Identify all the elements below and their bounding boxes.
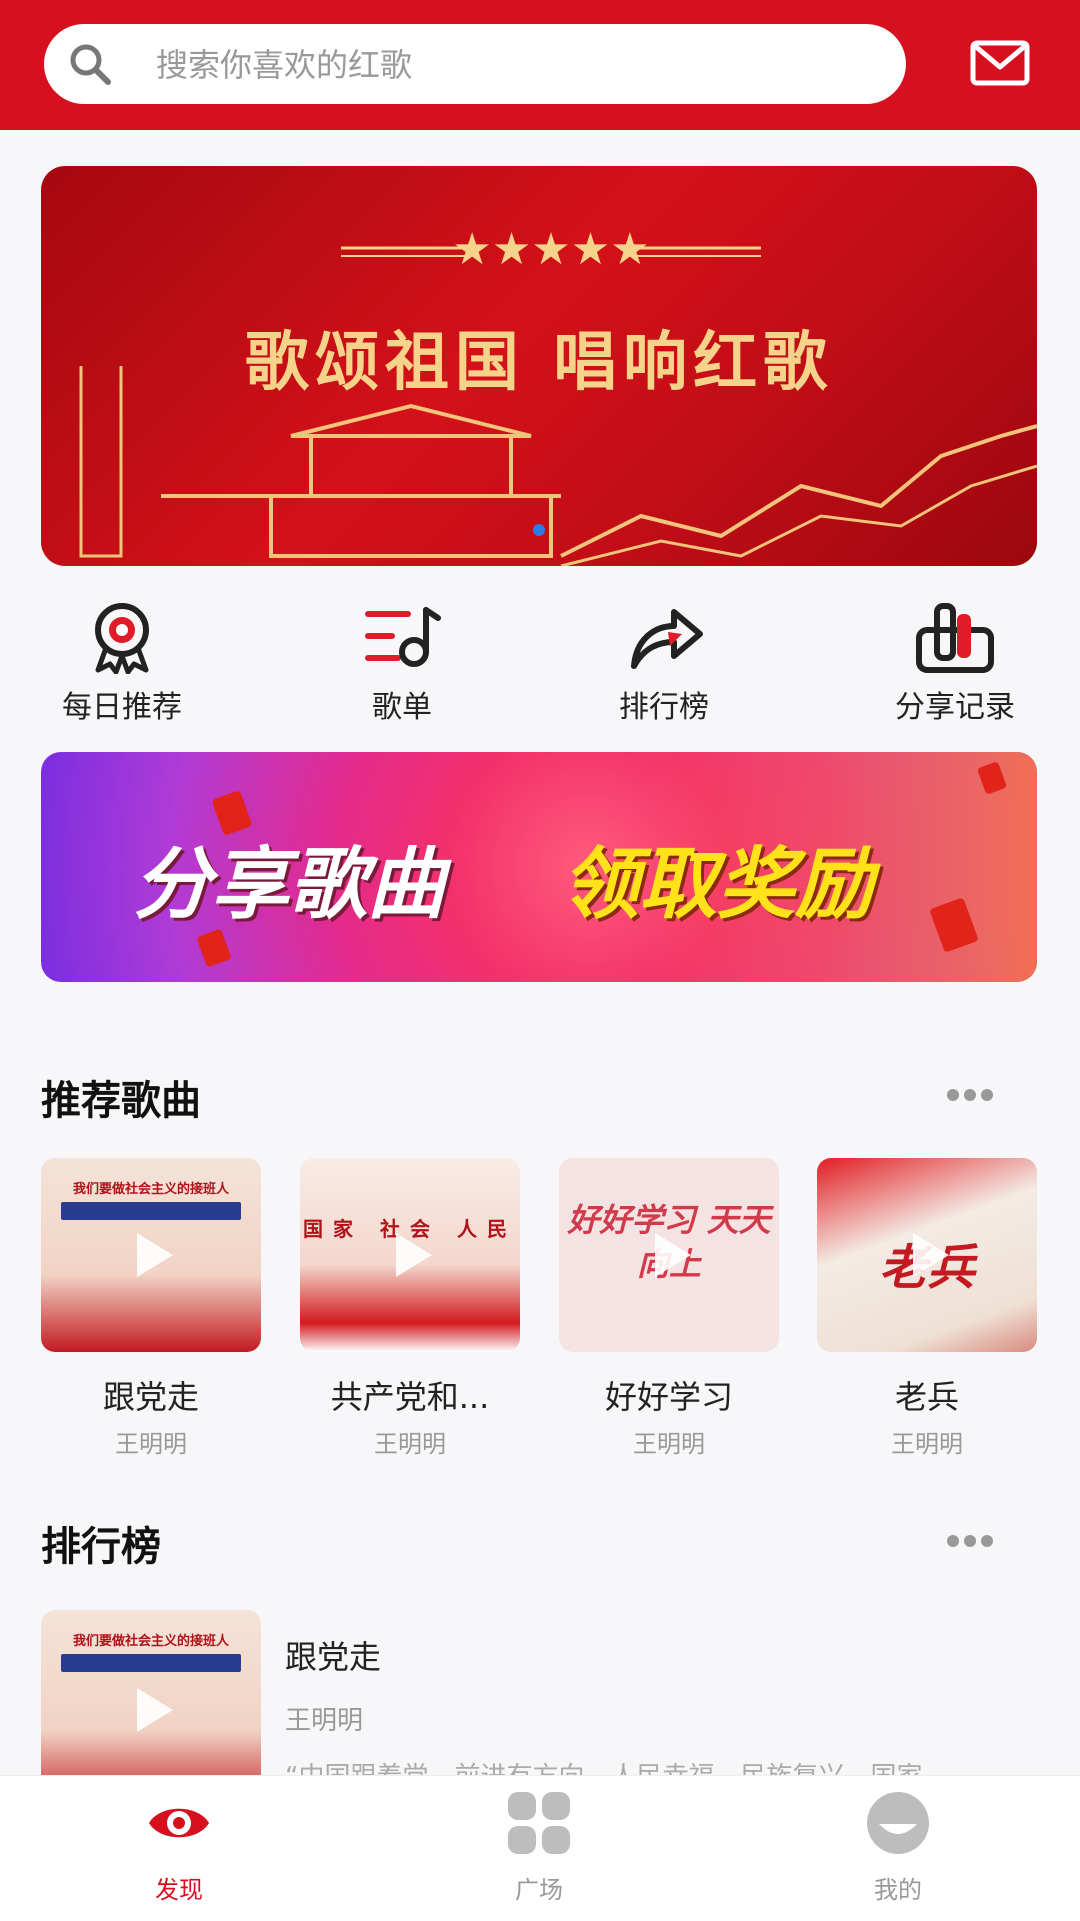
section-title-ranking: 排行榜 (41, 1524, 161, 1570)
song-title: 老兵 (894, 1378, 959, 1416)
bottom-tab-bar: 发现 广场 我的 (0, 1775, 1080, 1921)
menu-playlist[interactable]: 歌单 (302, 600, 502, 730)
menu-daily-recommend[interactable]: 每日推荐 (22, 600, 222, 730)
song-artist: 王明明 (374, 1430, 446, 1458)
promo-banner[interactable]: 分享歌曲 领取奖励 (41, 752, 1037, 982)
search-bar[interactable] (44, 24, 906, 104)
song-card[interactable]: 国家 社会 人民 共产党和... 王明明 (300, 1158, 520, 1458)
search-icon (70, 44, 111, 85)
menu-label: 排行榜 (619, 690, 709, 725)
tab-square[interactable]: 广场 (459, 1790, 619, 1910)
more-icon[interactable] (946, 1088, 994, 1102)
cover-band (61, 1202, 241, 1220)
play-icon[interactable] (378, 1223, 442, 1287)
play-icon[interactable] (119, 1223, 183, 1287)
menu-label: 分享记录 (895, 690, 1015, 725)
ranking-song-artist: 王明明 (285, 1706, 364, 1736)
menu-label: 每日推荐 (62, 690, 182, 725)
cover-band (61, 1654, 241, 1672)
tab-label: 发现 (155, 1876, 203, 1904)
tab-label: 广场 (515, 1876, 563, 1904)
menu-ranking[interactable]: 排行榜 (564, 600, 764, 730)
top-header (0, 0, 1080, 130)
song-cover: 国家 社会 人民 (300, 1158, 520, 1352)
song-cover: 我们要做社会主义的接班人 (41, 1158, 261, 1352)
song-artist: 王明明 (633, 1430, 705, 1458)
song-title: 共产党和... (330, 1378, 490, 1416)
eye-icon (149, 1808, 209, 1838)
song-cover: 好好学习 天天向上 (559, 1158, 779, 1352)
play-icon[interactable] (895, 1223, 959, 1287)
stars-decoration: ★★★★★ (341, 224, 761, 275)
song-card[interactable]: 好好学习 天天向上 好好学习 王明明 (559, 1158, 779, 1458)
song-title: 好好学习 (604, 1378, 733, 1416)
section-title-recommended: 推荐歌曲 (41, 1078, 201, 1124)
quick-menu: 每日推荐 歌单 排行榜 分享记录 (0, 600, 1080, 730)
play-icon[interactable] (637, 1223, 701, 1287)
menu-share-history[interactable]: 分享记录 (855, 600, 1055, 730)
grid-icon (508, 1792, 570, 1854)
profile-icon (867, 1792, 929, 1854)
song-cover: 老兵 (817, 1158, 1037, 1352)
carousel-indicator[interactable] (533, 524, 545, 536)
promo-text-share: 分享歌曲 (133, 840, 446, 930)
cover-text: 我们要做社会主义的接班人 (72, 1634, 229, 1649)
promo-text-reward: 领取奖励 (561, 840, 874, 930)
tab-label: 我的 (874, 1876, 922, 1904)
share-arrow-icon (631, 609, 703, 669)
red-envelope-icon (196, 928, 232, 968)
more-icon[interactable] (946, 1534, 994, 1548)
song-card[interactable]: 老兵 老兵 王明明 (817, 1158, 1037, 1458)
mail-icon[interactable] (970, 40, 1030, 86)
menu-label: 歌单 (372, 690, 432, 725)
play-icon[interactable] (119, 1678, 183, 1742)
playlist-note-icon (365, 607, 441, 667)
song-title: 跟党走 (102, 1378, 199, 1416)
cover-text: 我们要做社会主义的接班人 (72, 1182, 229, 1197)
song-artist: 王明明 (891, 1430, 963, 1458)
award-ribbon-icon (95, 603, 149, 674)
tiananmen-great-wall-illustration (79, 366, 1037, 566)
song-card[interactable]: 我们要做社会主义的接班人 跟党走 王明明 (41, 1158, 261, 1458)
tab-mine[interactable]: 我的 (818, 1790, 978, 1910)
hero-banner[interactable]: ★★★★★ 歌颂祖国 唱响红歌 (41, 166, 1037, 566)
tab-discover[interactable]: 发现 (99, 1790, 259, 1910)
search-input[interactable] (154, 34, 858, 96)
svg-text:★★★★★: ★★★★★ (452, 224, 649, 275)
ranking-song-title[interactable]: 跟党走 (285, 1632, 381, 1678)
thumbs-up-icon (916, 603, 994, 673)
song-artist: 王明明 (115, 1430, 187, 1458)
